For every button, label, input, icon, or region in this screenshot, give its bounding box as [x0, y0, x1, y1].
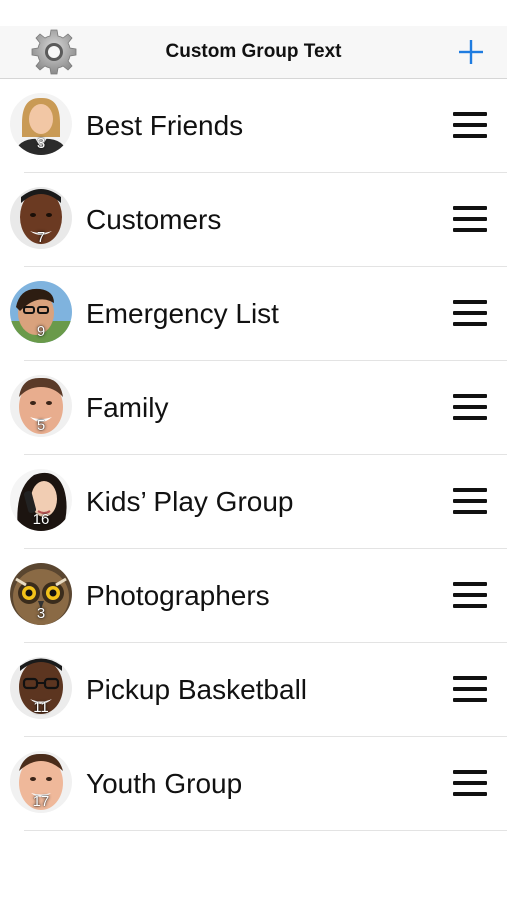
- woman-blonde-avatar: 3: [10, 93, 72, 155]
- reorder-icon[interactable]: [453, 488, 487, 514]
- member-count: 9: [36, 323, 46, 340]
- list-item[interactable]: 11 Pickup Basketball: [10, 643, 507, 737]
- member-count: 5: [36, 417, 46, 434]
- reorder-icon[interactable]: [453, 300, 487, 326]
- reorder-icon[interactable]: [453, 676, 487, 702]
- add-group-button[interactable]: [457, 38, 485, 66]
- group-name: Kids’ Play Group: [86, 486, 294, 517]
- reorder-icon[interactable]: [453, 112, 487, 138]
- list-item[interactable]: 9 Emergency List: [10, 267, 507, 361]
- group-name: Emergency List: [86, 298, 279, 329]
- member-count: 7: [36, 229, 46, 246]
- page-title: Custom Group Text: [165, 41, 342, 62]
- man-glasses-outdoor-avatar: 9: [10, 281, 72, 343]
- member-count: 16: [32, 511, 50, 528]
- owl-avatar: 3: [10, 563, 72, 625]
- member-count: 17: [32, 793, 50, 810]
- group-name: Youth Group: [86, 768, 243, 799]
- woman-phone-avatar: 16: [10, 469, 72, 531]
- reorder-icon[interactable]: [453, 582, 487, 608]
- list-item[interactable]: 3 Best Friends: [10, 79, 507, 173]
- man-glasses-avatar: 11: [10, 657, 72, 719]
- reorder-icon[interactable]: [453, 206, 487, 232]
- status-bar-area: [0, 0, 507, 26]
- group-name: Customers: [86, 204, 222, 235]
- member-count: 3: [36, 135, 46, 152]
- list-item[interactable]: 17 Youth Group: [10, 737, 507, 831]
- young-man-avatar: 17: [10, 751, 72, 813]
- list-item[interactable]: 5 Family: [10, 361, 507, 455]
- list-item[interactable]: 3 Photographers: [10, 549, 507, 643]
- list-item[interactable]: 7 Customers: [10, 173, 507, 267]
- reorder-icon[interactable]: [453, 770, 487, 796]
- list-item[interactable]: 16 Kids’ Play Group: [10, 455, 507, 549]
- group-name: Family: [86, 392, 169, 423]
- member-count: 3: [36, 605, 46, 622]
- man-smiling-avatar: 5: [10, 375, 72, 437]
- plus-icon: [459, 40, 483, 64]
- man-dark-avatar: 7: [10, 187, 72, 249]
- member-count: 11: [33, 699, 49, 716]
- group-list: 3 Best Friends 7 Customers 9 Emergency L…: [0, 79, 507, 831]
- reorder-icon[interactable]: [453, 394, 487, 420]
- group-name: Photographers: [86, 580, 270, 611]
- group-name: Best Friends: [86, 110, 244, 141]
- group-name: Pickup Basketball: [86, 674, 308, 705]
- navigation-bar: Custom Group Text: [0, 26, 507, 79]
